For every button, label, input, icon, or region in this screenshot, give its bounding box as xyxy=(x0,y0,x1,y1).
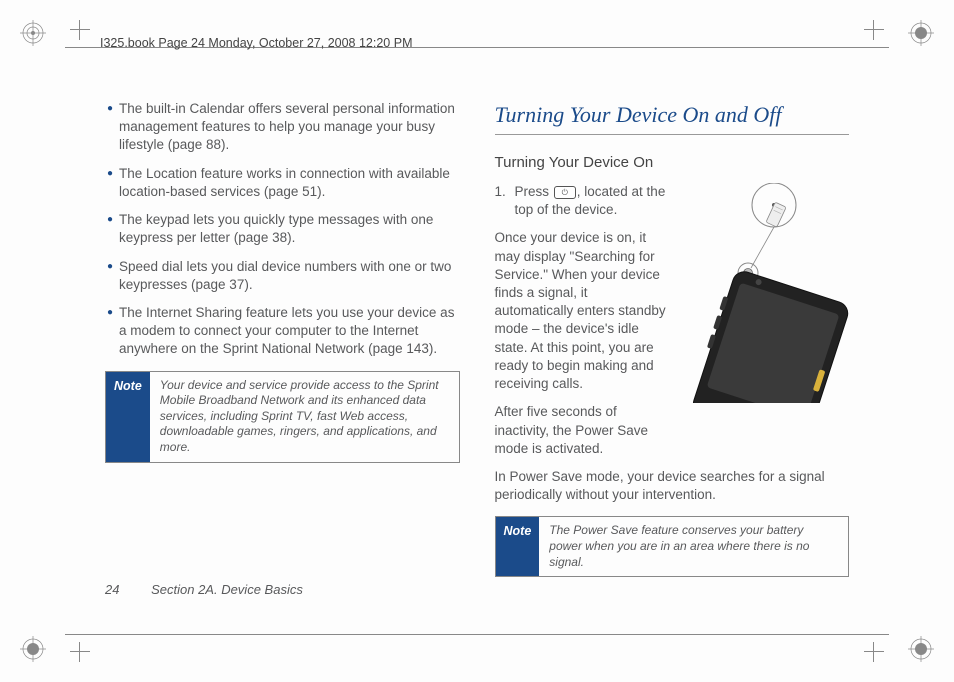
list-item: ●The keypad lets you quickly type messag… xyxy=(105,211,460,247)
registration-mark-br xyxy=(908,636,934,662)
device-illustration xyxy=(679,183,849,403)
step-text: Press ⏻, located at the top of the devic… xyxy=(515,183,668,219)
list-item-text: The Internet Sharing feature lets you us… xyxy=(119,304,460,359)
page-body: ●The built-in Calendar offers several pe… xyxy=(105,100,849,582)
note-label: Note xyxy=(106,372,150,462)
list-item-text: The built-in Calendar offers several per… xyxy=(119,100,460,155)
section-name: Section 2A. Device Basics xyxy=(151,582,303,597)
registration-mark-bl xyxy=(20,636,46,662)
bullet-icon: ● xyxy=(105,304,119,359)
note-label: Note xyxy=(496,517,540,576)
registration-mark-tl xyxy=(20,20,46,46)
list-item: ●The built-in Calendar offers several pe… xyxy=(105,100,460,155)
bullet-icon: ● xyxy=(105,100,119,155)
crop-rule-bottom xyxy=(65,634,889,635)
paragraph: After five seconds of inactivity, the Po… xyxy=(495,403,668,458)
registration-mark-tr xyxy=(908,20,934,46)
crop-cross-tl xyxy=(70,20,90,40)
list-item: ●The Internet Sharing feature lets you u… xyxy=(105,304,460,359)
power-key-icon: ⏻ xyxy=(554,186,576,199)
paragraph: Once your device is on, it may display "… xyxy=(495,229,668,393)
list-item: ●The Location feature works in connectio… xyxy=(105,165,460,201)
list-item-text: Speed dial lets you dial device numbers … xyxy=(119,258,460,294)
note-box: Note Your device and service provide acc… xyxy=(105,371,460,463)
section-title: Turning Your Device On and Off xyxy=(495,100,850,135)
crop-cross-tr xyxy=(864,20,884,40)
note-box: Note The Power Save feature conserves yo… xyxy=(495,516,850,577)
bullet-icon: ● xyxy=(105,165,119,201)
bullet-icon: ● xyxy=(105,258,119,294)
list-item-text: The Location feature works in connection… xyxy=(119,165,460,201)
bullet-icon: ● xyxy=(105,211,119,247)
subsection-title: Turning Your Device On xyxy=(495,153,850,173)
page-header: I325.book Page 24 Monday, October 27, 20… xyxy=(100,36,412,50)
page-footer: 24 Section 2A. Device Basics xyxy=(105,582,303,597)
paragraph: In Power Save mode, your device searches… xyxy=(495,468,850,504)
step-text-pre: Press xyxy=(515,184,553,199)
step-number: 1. xyxy=(495,183,515,219)
note-body: The Power Save feature conserves your ba… xyxy=(539,517,848,576)
list-item: ●Speed dial lets you dial device numbers… xyxy=(105,258,460,294)
crop-cross-br xyxy=(864,642,884,662)
right-column: Turning Your Device On and Off Turning Y… xyxy=(495,100,850,582)
left-column: ●The built-in Calendar offers several pe… xyxy=(105,100,465,582)
numbered-step: 1. Press ⏻, located at the top of the de… xyxy=(495,183,668,219)
note-body: Your device and service provide access t… xyxy=(150,372,459,462)
page-number: 24 xyxy=(105,582,119,597)
list-item-text: The keypad lets you quickly type message… xyxy=(119,211,460,247)
crop-cross-bl xyxy=(70,642,90,662)
